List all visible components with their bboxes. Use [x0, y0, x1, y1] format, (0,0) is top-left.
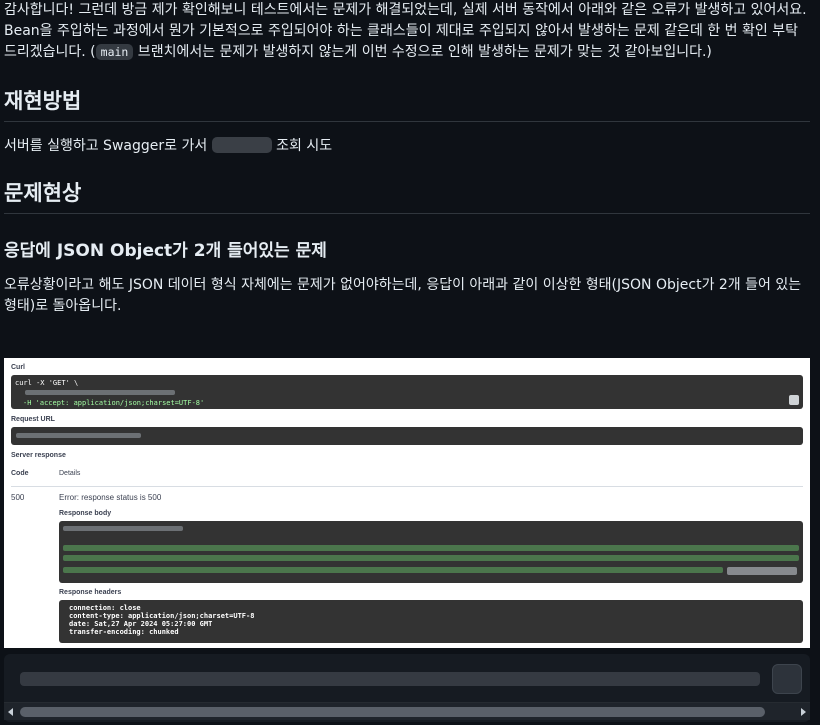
response-body-box — [59, 521, 803, 583]
swagger-screenshot: Curl curl -X 'GET' \ -H 'accept: applica… — [4, 358, 810, 648]
status-code: 500 — [11, 493, 25, 502]
code-column-header: Code — [11, 470, 29, 477]
scroll-thumb[interactable] — [20, 707, 765, 717]
redacted-endpoint — [211, 137, 272, 153]
repro-text-before: 서버를 실행하고 Swagger로 가서 — [4, 138, 212, 154]
header-line-2: content-type: application/json;charset=U… — [69, 612, 255, 620]
error-text: Error: response status is 500 — [59, 493, 162, 502]
copy-code-icon[interactable] — [772, 664, 802, 694]
repro-heading: 재현방법 — [4, 85, 810, 122]
header-line-4: transfer-encoding: chunked — [69, 628, 179, 636]
comment-body: 감사합니다! 그런데 방금 제가 확인해보니 테스트에서는 문제가 해결되었는데… — [4, 0, 810, 317]
body-line-1 — [63, 526, 183, 531]
curl-url-redacted — [25, 390, 175, 395]
header-line-3: date: Sat,27 Apr 2024 05:27:00 GMT — [69, 620, 213, 628]
request-url-redacted — [16, 433, 141, 438]
request-url-label: Request URL — [11, 416, 55, 423]
body-line-5 — [727, 567, 797, 575]
copy-icon[interactable] — [789, 395, 799, 405]
curl-line-3: -H 'accept: application/json;charset=UTF… — [23, 399, 205, 407]
body-line-3 — [63, 555, 799, 561]
response-headers-label: Response headers — [59, 589, 122, 596]
repro-paragraph: 서버를 실행하고 Swagger로 가서 조회 시도 — [4, 136, 810, 157]
body-line-4 — [63, 567, 723, 573]
horizontal-scrollbar[interactable] — [4, 702, 810, 720]
scroll-right-arrow-icon[interactable] — [801, 708, 806, 716]
repro-text-after: 조회 시도 — [271, 138, 333, 154]
curl-box: curl -X 'GET' \ -H 'accept: application/… — [11, 375, 803, 409]
problem-subheading: 응답에 JSON Object가 2개 들어있는 문제 — [4, 241, 327, 261]
body-line-2 — [63, 545, 799, 551]
response-divider — [11, 486, 803, 487]
intro-suffix: 브랜치에서는 문제가 발생하지 않는게 이번 수정으로 인해 발생하는 문제가 … — [133, 44, 712, 60]
branch-code: main — [95, 44, 134, 60]
header-line-1: connection: close — [69, 604, 141, 612]
intro-paragraph: 감사합니다! 그런데 방금 제가 확인해보니 테스트에서는 문제가 해결되었는데… — [4, 0, 810, 63]
problem-paragraph: 오류상황이라고 해도 JSON 데이터 형식 자체에는 문제가 없어야하는데, … — [4, 277, 802, 314]
server-response-label: Server response — [11, 452, 66, 459]
scroll-left-arrow-icon[interactable] — [8, 708, 13, 716]
code-redacted-line — [20, 672, 760, 686]
request-url-box — [11, 427, 803, 445]
response-body-label: Response body — [59, 510, 112, 517]
problem-heading: 문제현상 — [4, 177, 810, 214]
curl-label: Curl — [11, 364, 25, 371]
details-column-header: Details — [59, 470, 81, 477]
curl-line-1: curl -X 'GET' \ — [15, 379, 79, 387]
response-headers-box: connection: close content-type: applicat… — [59, 600, 803, 643]
